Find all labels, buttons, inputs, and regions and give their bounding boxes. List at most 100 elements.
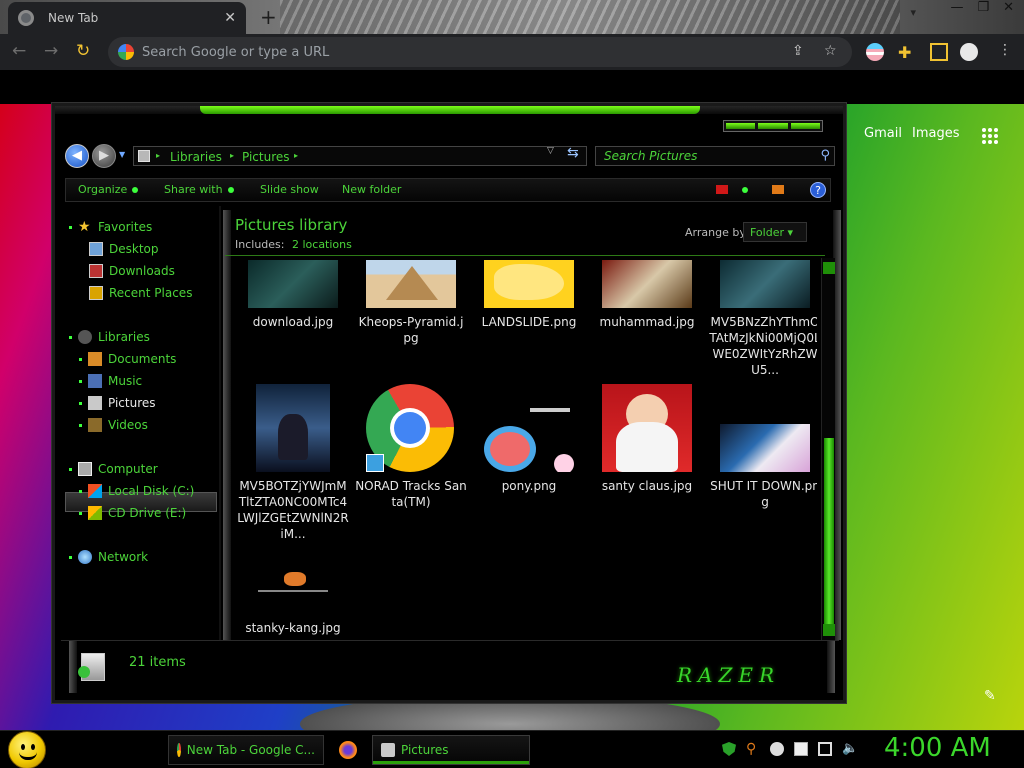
local-disk-icon [88,484,102,498]
side-panel-icon[interactable] [930,43,948,61]
file-item[interactable]: pony.png [473,384,585,494]
address-bar[interactable]: ▸ Libraries ▸ Pictures ▸ [133,146,587,166]
file-item[interactable]: stanky-kang.jpg [237,560,349,636]
breadcrumb-libraries[interactable]: Libraries [170,150,222,164]
address-dropdown-icon[interactable]: ▽ [547,146,554,156]
file-item[interactable]: santy claus.jpg [591,384,703,494]
gmail-link[interactable]: Gmail [864,126,902,141]
arrange-by-dropdown[interactable]: Folder ▾ [743,222,807,242]
back-arrow-icon[interactable]: ← [12,41,26,61]
close-window-button[interactable]: ✕ [1003,0,1014,20]
share-icon[interactable]: ⇪ [792,43,804,59]
taskbar-chrome[interactable]: New Tab - Google C... [168,735,324,765]
nav-music[interactable]: Music [79,372,142,390]
preview-pane-icon[interactable] [772,185,784,194]
scroll-down-arrow[interactable] [823,624,835,636]
profile-avatar-icon[interactable] [960,43,978,61]
nav-cd-drive[interactable]: CD Drive (E:) [79,504,186,522]
scroll-up-arrow[interactable] [823,262,835,274]
google-apps-icon[interactable] [982,128,998,144]
nav-local-disk[interactable]: Local Disk (C:) [79,482,194,500]
search-input[interactable] [604,149,804,163]
razer-logo: RAZER [677,663,781,687]
chevron-right-icon[interactable]: ▸ [230,151,234,160]
file-name: stanky-kang.jpg [245,621,341,635]
taskbar-clock[interactable]: 4:00 AM [884,733,991,763]
start-button[interactable] [8,731,46,768]
change-view-icon[interactable] [716,185,728,194]
tab-new-tab[interactable]: New Tab ✕ [8,2,246,34]
nav-network[interactable]: Network [69,548,148,566]
pane-divider[interactable] [219,206,221,640]
extensions-puzzle-icon[interactable]: ✚ [898,43,916,62]
bookmark-star-icon[interactable]: ☆ [824,43,837,59]
file-item[interactable]: NORAD Tracks Santa(TM) [355,384,467,510]
file-item[interactable]: MV5BNzZhYThmOTAtMzJkNi00MjQ0LWE0ZWItYzRh… [709,260,817,378]
file-thumbnail [720,260,810,308]
file-item[interactable]: Kheops-Pyramid.jpg [355,260,467,346]
file-item[interactable]: LANDSLIDE.png [473,260,585,330]
menu-kebab-icon[interactable]: ⋮ [998,42,1016,60]
videos-icon [88,418,102,432]
file-item[interactable]: muhammad.jpg [591,260,703,330]
file-item[interactable]: MV5BOTZjYWJmMTltZTA0NC00MTc4LWJlZGEtZWNl… [237,384,349,542]
forward-arrow-icon[interactable]: → [44,41,58,61]
library-locations-link[interactable]: 2 locations [292,238,352,251]
file-item[interactable]: download.jpg [237,260,349,330]
vertical-scrollbar[interactable] [821,258,835,640]
forward-button[interactable]: ▶ [92,144,116,168]
omnibox[interactable]: Search Google or type a URL ⇪ ☆ [108,37,852,67]
item-count: 21 items [129,655,186,670]
restore-button[interactable]: ❐ [977,0,989,20]
action-center-flag-icon[interactable] [794,742,808,756]
details-left-rail [69,641,77,693]
share-with-button[interactable]: Share with [164,183,234,196]
file-name: SHUT IT DOWN.png [710,479,817,509]
scrollbar-thumb[interactable] [824,438,834,628]
reload-icon[interactable]: ↻ [76,41,90,61]
tab-close-icon[interactable]: ✕ [224,10,236,26]
search-tray-icon[interactable]: ⚲ [746,742,760,756]
nav-recent-places[interactable]: Recent Places [89,284,192,302]
breadcrumb-pictures[interactable]: Pictures [242,150,290,164]
folder-icon [138,150,150,162]
nav-videos[interactable]: Videos [79,416,148,434]
details-right-rail [827,641,835,693]
extension-flag-icon[interactable] [866,43,884,61]
minimize-button[interactable]: — [950,0,963,20]
omnibox-placeholder: Search Google or type a URL [142,44,330,60]
tab-search-icon[interactable]: ▾ [910,6,916,19]
new-tab-button[interactable]: + [260,5,277,29]
organize-button[interactable]: Organize [78,183,139,196]
nav-pictures[interactable]: Pictures [79,394,156,412]
taskbar-firefox[interactable] [330,735,368,765]
file-thumbnail [484,260,574,308]
customize-pencil-icon[interactable]: ✎ [984,688,996,704]
search-icon[interactable]: ⚲ [820,148,830,163]
nav-computer[interactable]: Computer [69,460,158,478]
chevron-right-icon[interactable]: ▸ [156,151,160,160]
images-link[interactable]: Images [912,126,960,141]
nav-libraries[interactable]: Libraries [69,328,150,346]
slide-show-button[interactable]: Slide show [260,183,319,196]
search-box[interactable]: ⚲ [595,146,835,166]
nav-documents[interactable]: Documents [79,350,176,368]
back-button[interactable]: ◀ [65,144,89,168]
help-button[interactable]: ? [810,182,826,198]
status-tray-icon[interactable] [770,742,784,756]
volume-icon[interactable]: 🔈 [842,742,858,756]
refresh-icon[interactable]: ⇆ [567,145,579,161]
nav-favorites[interactable]: ★ Favorites [69,218,152,236]
nav-desktop[interactable]: Desktop [89,240,159,258]
security-shield-icon[interactable] [722,742,736,756]
taskbar-pictures[interactable]: Pictures [372,735,530,765]
view-dot-icon[interactable] [742,187,748,193]
window-caption-buttons[interactable] [723,120,823,132]
chevron-right-icon[interactable]: ▸ [294,151,298,160]
network-tray-icon[interactable] [818,742,832,756]
window-controls: — ❐ ✕ [950,0,1014,20]
new-folder-button[interactable]: New folder [342,183,401,196]
nav-downloads[interactable]: Downloads [89,262,175,280]
recent-pages-chevron-icon[interactable]: ▼ [119,150,125,159]
file-item[interactable]: SHUT IT DOWN.png [709,384,817,510]
